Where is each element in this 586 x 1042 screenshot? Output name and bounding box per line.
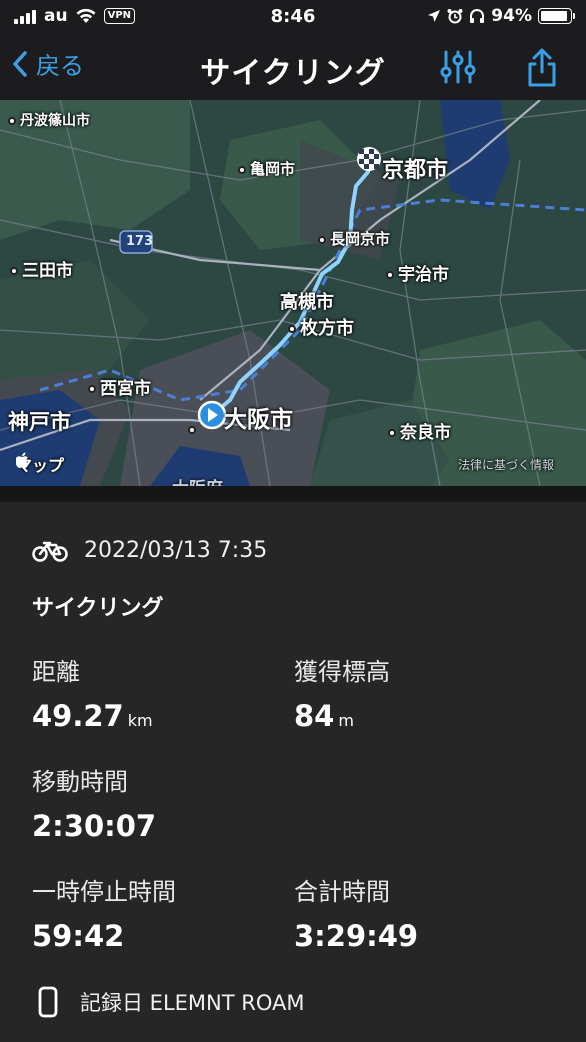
map-label-nishinomiya: 西宮市 xyxy=(88,374,151,399)
filter-settings-button[interactable] xyxy=(440,48,480,88)
battery-icon xyxy=(538,8,575,24)
share-button[interactable] xyxy=(524,48,564,88)
battery-percent: 94% xyxy=(491,6,532,26)
map-bottom-divider xyxy=(0,486,586,502)
share-icon xyxy=(528,48,556,87)
stat-total-time: 合計時間 3:29:49 xyxy=(294,872,418,953)
activity-details: 2022/03/13 7:35 サイクリング 距離 49.27 km 獲得標高 8… xyxy=(0,502,586,1042)
city-dot xyxy=(318,235,326,244)
map-label-kameoka: 亀岡市 xyxy=(238,158,295,179)
stat-distance-value: 49.27 km xyxy=(32,699,153,733)
city-dot xyxy=(10,267,18,275)
status-right: 94% xyxy=(427,6,575,26)
map-label-sanda: 三田市 xyxy=(10,256,73,281)
city-dot xyxy=(288,325,296,333)
stat-moving-label: 移動時間 xyxy=(32,768,128,796)
apple-logo-icon xyxy=(16,452,29,468)
activity-type: サイクリング xyxy=(32,596,164,621)
stat-elevation: 獲得標高 84 m xyxy=(294,652,390,733)
stat-elevation-value: 84 m xyxy=(294,699,354,733)
city-dot xyxy=(388,429,396,437)
stat-stopped-time: 一時停止時間 59:42 xyxy=(32,872,176,953)
sliders-icon xyxy=(440,50,476,84)
page-title: サイクリング xyxy=(200,56,386,91)
activity-date-row: 2022/03/13 7:35 xyxy=(32,538,267,563)
stat-distance-label: 距離 xyxy=(32,658,80,686)
map-label-nara: 奈良市 xyxy=(388,418,451,443)
map-label-hirakata: 枚方市 xyxy=(288,314,354,340)
map-label-osaka-pref: 大阪府 xyxy=(172,474,223,486)
stat-moving-time: 移動時間 2:30:07 xyxy=(32,762,156,843)
map-label-kobe: 神戸市 xyxy=(8,410,71,434)
map-label-nagaokakyo: 長岡京市 xyxy=(318,228,390,249)
map-label-uji: 宇治市 xyxy=(386,260,449,285)
status-bar: au VPN 8:46 94% xyxy=(0,0,586,34)
map-label-takatsuki: 高槻市 xyxy=(280,292,334,313)
legal-info-link[interactable]: 法律に基づく情報 xyxy=(458,456,554,473)
city-dot xyxy=(386,271,394,279)
stat-total-label: 合計時間 xyxy=(294,878,390,906)
device-label: 記録日 ELEMNT ROAM xyxy=(80,991,305,1015)
map-label-tamba: 丹波篠山市 xyxy=(8,110,90,130)
alarm-icon xyxy=(447,9,463,24)
route-173-label: 173 xyxy=(126,234,154,249)
stat-total-value: 3:29:49 xyxy=(294,919,419,953)
map-label-kyoto: 京都市 xyxy=(382,158,449,183)
map-label-osaka: 大阪市 xyxy=(224,407,293,433)
maps-attribution[interactable]: マップ xyxy=(16,452,64,476)
stat-stopped-label: 一時停止時間 xyxy=(32,878,176,906)
stat-distance: 距離 49.27 km xyxy=(32,652,153,733)
city-dot xyxy=(8,117,16,125)
city-dot xyxy=(238,165,246,174)
stat-moving-value: 2:30:07 xyxy=(32,809,157,843)
device-row: 記録日 ELEMNT ROAM xyxy=(38,986,304,1018)
city-dot xyxy=(188,426,196,434)
device-icon xyxy=(38,986,58,1018)
route-map[interactable]: 丹波篠山市 亀岡市 京都市 173 長岡京市 三田市 宇治市 高槻市 枚方市 西… xyxy=(0,100,586,486)
bicycle-icon xyxy=(32,541,68,562)
stat-elevation-label: 獲得標高 xyxy=(294,658,390,686)
city-dot xyxy=(88,385,96,393)
map-osaka-dot xyxy=(188,422,200,438)
headphones-icon xyxy=(470,9,485,23)
location-arrow-icon xyxy=(428,10,441,22)
stat-stopped-value: 59:42 xyxy=(32,919,125,953)
navigation-bar: 戻る サイクリング xyxy=(0,34,586,100)
activity-datetime: 2022/03/13 7:35 xyxy=(84,538,268,563)
